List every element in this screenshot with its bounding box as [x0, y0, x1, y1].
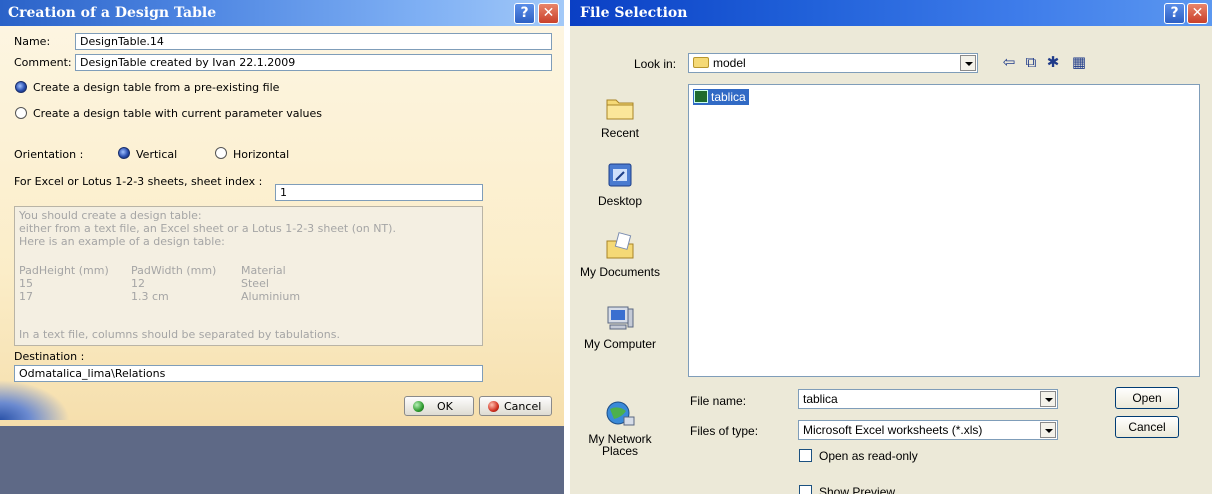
file-type-value: Microsoft Excel worksheets (*.xls) [803, 423, 983, 437]
recent-folder-icon [604, 92, 636, 122]
example-cell: Steel [241, 277, 269, 290]
sheet-index-label: For Excel or Lotus 1-2-3 sheets, sheet i… [14, 175, 263, 188]
cancel-label: Cancel [504, 400, 542, 413]
destination-input[interactable]: Odmatalica_lima\Relations [14, 365, 483, 382]
vertical-radio[interactable] [118, 147, 130, 159]
file-type-label: Files of type: [690, 424, 759, 438]
file-name-label: File name: [690, 394, 747, 408]
vertical-label: Vertical [136, 148, 178, 161]
file-item-tablica[interactable]: tablica [693, 89, 749, 105]
design-table-titlebar[interactable]: Creation of a Design Table ? ✕ [0, 0, 564, 26]
chevron-down-icon[interactable] [1040, 391, 1056, 407]
comment-input[interactable]: DesignTable created by Ivan 22.1.2009 [75, 54, 552, 71]
preexisting-file-radio[interactable] [15, 81, 27, 93]
file-list[interactable]: tablica [688, 84, 1200, 377]
example-cell: 12 [131, 277, 145, 290]
ok-button[interactable]: OK [404, 396, 474, 416]
current-values-radio[interactable] [15, 107, 27, 119]
desktop-icon [604, 160, 636, 190]
chevron-down-icon[interactable] [960, 55, 976, 71]
name-label: Name: [14, 35, 51, 48]
background-area [0, 426, 564, 494]
place-label: My Documents [579, 265, 661, 279]
design-table-dialog: Creation of a Design Table ? ✕ Name: Des… [0, 0, 564, 494]
close-button[interactable]: ✕ [538, 3, 559, 24]
place-my-documents[interactable]: My Documents [570, 231, 670, 279]
example-header: PadHeight (mm) [19, 264, 109, 277]
read-only-checkbox[interactable] [799, 449, 812, 462]
back-arrow-icon[interactable]: ⇦ [1000, 54, 1018, 70]
file-type-combo[interactable]: Microsoft Excel worksheets (*.xls) [798, 420, 1058, 440]
up-folder-icon[interactable]: ⧉ [1022, 54, 1040, 70]
ok-icon [413, 401, 424, 412]
view-menu-icon[interactable]: ▦ [1066, 54, 1092, 70]
preexisting-file-label: Create a design table from a pre-existin… [33, 81, 280, 94]
look-in-combo[interactable]: model [688, 53, 978, 73]
new-folder-icon[interactable]: ✱ [1044, 54, 1062, 70]
cancel-button[interactable]: Cancel [479, 396, 552, 416]
destination-label: Destination : [14, 350, 85, 363]
file-name-value: tablica [803, 392, 838, 406]
ok-label: OK [437, 400, 453, 413]
current-values-label: Create a design table with current param… [33, 107, 322, 120]
example-cell: 15 [19, 277, 33, 290]
file-selection-title: File Selection [580, 5, 688, 21]
example-cell: 1.3 cm [131, 290, 169, 303]
look-in-value: model [713, 56, 746, 70]
help-button[interactable]: ? [1164, 3, 1185, 24]
file-selection-titlebar[interactable]: File Selection ? ✕ [570, 0, 1212, 26]
example-line: Here is an example of a design table: [19, 235, 225, 248]
design-table-example-box: You should create a design table: either… [14, 206, 483, 346]
example-line: either from a text file, an Excel sheet … [19, 222, 396, 235]
example-header: Material [241, 264, 286, 277]
my-network-places-icon [604, 387, 636, 426]
example-footer: In a text file, columns should be separa… [19, 328, 340, 341]
place-label: My Computer [583, 337, 657, 351]
place-desktop[interactable]: Desktop [570, 160, 670, 208]
place-recent[interactable]: Recent [570, 92, 670, 140]
file-item-label: tablica [711, 90, 746, 104]
horizontal-radio[interactable] [215, 147, 227, 159]
file-name-combo[interactable]: tablica [798, 389, 1058, 409]
excel-file-icon [694, 90, 708, 103]
sheet-index-input[interactable]: 1 [275, 184, 483, 201]
example-header: PadWidth (mm) [131, 264, 217, 277]
my-documents-icon [604, 231, 636, 261]
name-input[interactable]: DesignTable.14 [75, 33, 552, 50]
place-label: My Network Places [588, 432, 652, 458]
chevron-down-icon[interactable] [1040, 422, 1056, 438]
example-line: You should create a design table: [19, 209, 202, 222]
place-label: Desktop [597, 194, 643, 208]
horizontal-label: Horizontal [233, 148, 290, 161]
show-preview-label: Show Preview [819, 485, 896, 494]
comment-label: Comment: [14, 56, 72, 69]
cancel-icon [488, 401, 499, 412]
my-computer-icon [604, 303, 636, 333]
catia-logo-swoosh [0, 380, 70, 420]
design-table-title: Creation of a Design Table [8, 5, 217, 21]
look-in-label: Look in: [634, 57, 677, 71]
close-button[interactable]: ✕ [1187, 3, 1208, 24]
open-button[interactable]: Open [1115, 387, 1179, 409]
place-label: Recent [600, 126, 640, 140]
place-my-computer[interactable]: My Computer [570, 303, 670, 351]
help-button[interactable]: ? [514, 3, 535, 24]
cancel-button[interactable]: Cancel [1115, 416, 1179, 438]
show-preview-checkbox[interactable] [799, 485, 812, 494]
orientation-label: Orientation : [14, 148, 84, 161]
place-my-network-places[interactable]: My Network Places [570, 375, 670, 457]
folder-icon [693, 57, 709, 68]
example-cell: 17 [19, 290, 33, 303]
example-cell: Aluminium [241, 290, 301, 303]
read-only-label: Open as read-only [819, 449, 918, 463]
file-selection-dialog: File Selection ? ✕ Look in: model ⇦ ⧉ ✱ … [570, 0, 1212, 494]
